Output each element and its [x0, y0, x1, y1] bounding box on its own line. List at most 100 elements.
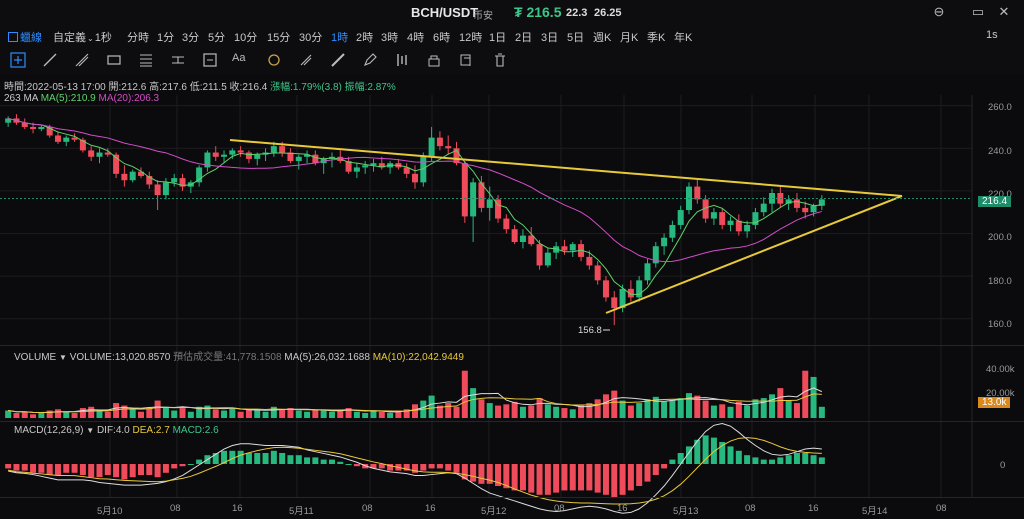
macd-bar	[586, 464, 593, 491]
hide-tool-icon[interactable]	[458, 52, 474, 68]
volume-bar	[486, 403, 493, 418]
candle-body	[744, 224, 751, 232]
tab-2d[interactable]: 2日	[515, 29, 532, 45]
macd-bar	[802, 453, 809, 464]
tab-3h[interactable]: 3時	[381, 29, 398, 45]
tab-week[interactable]: 週K	[593, 29, 611, 45]
volume-label[interactable]: VOLUME	[14, 352, 56, 363]
macd-bar	[21, 464, 28, 471]
candle-body	[578, 244, 585, 257]
close-icon[interactable]: ✕	[996, 4, 1012, 20]
tab-15m[interactable]: 15分	[267, 29, 290, 45]
volume-bar	[121, 405, 128, 418]
macd-bar	[88, 464, 95, 478]
candle-body	[96, 152, 103, 157]
volume-bar	[436, 405, 443, 418]
ray-tool-icon[interactable]	[74, 52, 90, 68]
time-label: 16	[232, 503, 243, 514]
ma-label[interactable]: 263 MA	[4, 93, 38, 104]
volume-bar	[162, 406, 169, 418]
chevron-down-icon[interactable]: ▼	[59, 353, 67, 362]
delete-tool-icon[interactable]	[492, 52, 508, 68]
tab-1h[interactable]: 1時	[331, 29, 348, 45]
candle-body	[528, 235, 535, 245]
candle-body	[735, 220, 742, 232]
tab-5d[interactable]: 5日	[567, 29, 584, 45]
macd-bar	[337, 461, 344, 464]
tab-5m[interactable]: 5分	[208, 29, 225, 45]
tab-month[interactable]: 月K	[620, 29, 638, 45]
macd-bar	[79, 464, 86, 475]
macd-bar	[594, 464, 601, 493]
brush-tool-icon[interactable]	[266, 52, 282, 68]
macd-bar	[304, 457, 311, 464]
chevron-down-icon[interactable]: ▼	[86, 426, 94, 435]
tab-30m[interactable]: 30分	[299, 29, 322, 45]
macd-bar	[13, 464, 20, 471]
ma20-value: MA(20):206.3	[98, 93, 160, 104]
volume-bar	[270, 406, 277, 418]
volume-bar	[810, 376, 817, 418]
candle-body	[652, 246, 659, 264]
rect-tool-icon[interactable]	[106, 52, 122, 68]
time-label: 5月12	[481, 506, 507, 517]
tab-10m[interactable]: 10分	[234, 29, 257, 45]
candle-body	[79, 139, 86, 151]
cursor-tool-icon[interactable]	[10, 52, 26, 68]
tab-2h[interactable]: 2時	[356, 29, 373, 45]
tab-4h[interactable]: 4時	[407, 29, 424, 45]
maximize-icon[interactable]: ▭	[970, 4, 986, 20]
exchange-label: 币安	[473, 11, 493, 22]
pair-name[interactable]: BCH/USDT	[411, 5, 478, 20]
volume-bar	[669, 400, 676, 418]
macd-bar	[495, 464, 502, 486]
macd-bar	[810, 455, 817, 464]
candle-body	[636, 280, 643, 298]
volume-bar	[619, 400, 626, 418]
magnet-tool-icon[interactable]	[298, 52, 314, 68]
candle-body	[54, 135, 61, 142]
tab-year[interactable]: 年K	[674, 29, 692, 45]
line-tool-icon[interactable]	[42, 52, 58, 68]
last-price: ₮ 216.5	[514, 4, 562, 20]
volume-bar	[478, 399, 485, 418]
candle-body	[428, 137, 435, 157]
candle-body	[569, 244, 576, 251]
tab-12h[interactable]: 12時	[459, 29, 482, 45]
low-marker: 156.8	[578, 325, 602, 336]
price-axis-label: 180.0	[988, 276, 1012, 287]
minimize-icon[interactable]: ⊖	[931, 4, 947, 20]
volume-estimate: 預估成交量:41,778.1508	[173, 352, 282, 363]
text-tool-icon[interactable]: Aa	[232, 52, 248, 68]
measure-tool-icon[interactable]	[170, 52, 186, 68]
alert-tool-icon[interactable]	[202, 52, 218, 68]
volume-bar	[212, 409, 219, 418]
tab-3d[interactable]: 3日	[541, 29, 558, 45]
tab-quarter[interactable]: 季K	[647, 29, 665, 45]
price-change-pct: 26.25	[594, 7, 622, 19]
tab-1m[interactable]: 1分	[157, 29, 174, 45]
refresh-interval[interactable]: 1s	[986, 29, 998, 41]
tab-fenshi[interactable]: 分時	[127, 29, 149, 45]
tab-1d[interactable]: 1日	[489, 29, 506, 45]
tab-6h[interactable]: 6時	[433, 29, 450, 45]
lock-tool-icon[interactable]	[426, 52, 442, 68]
trendline-upper	[229, 139, 903, 197]
ruler-tool-icon[interactable]	[330, 52, 346, 68]
fib-tool-icon[interactable]	[138, 52, 154, 68]
tab-3m[interactable]: 3分	[182, 29, 199, 45]
compare-tool-icon[interactable]	[394, 52, 410, 68]
custom-interval-button[interactable]: 自定義⌄1秒	[53, 29, 112, 45]
macd-bar	[245, 453, 252, 464]
candle-body	[602, 280, 609, 298]
chart-mode-button[interactable]: 蠟線	[8, 29, 42, 45]
volume-bar	[138, 411, 144, 418]
macd-label[interactable]: MACD(12,26,9)	[14, 425, 83, 436]
time-label: 08	[936, 503, 947, 514]
macd-bar	[138, 464, 144, 475]
volume-bar	[328, 411, 335, 418]
candle-body	[270, 146, 277, 153]
ohlc-amplitude: 振幅:2.87%	[344, 82, 396, 93]
ohlc-close: 收:216.4	[229, 82, 268, 93]
pencil-tool-icon[interactable]	[362, 52, 378, 68]
